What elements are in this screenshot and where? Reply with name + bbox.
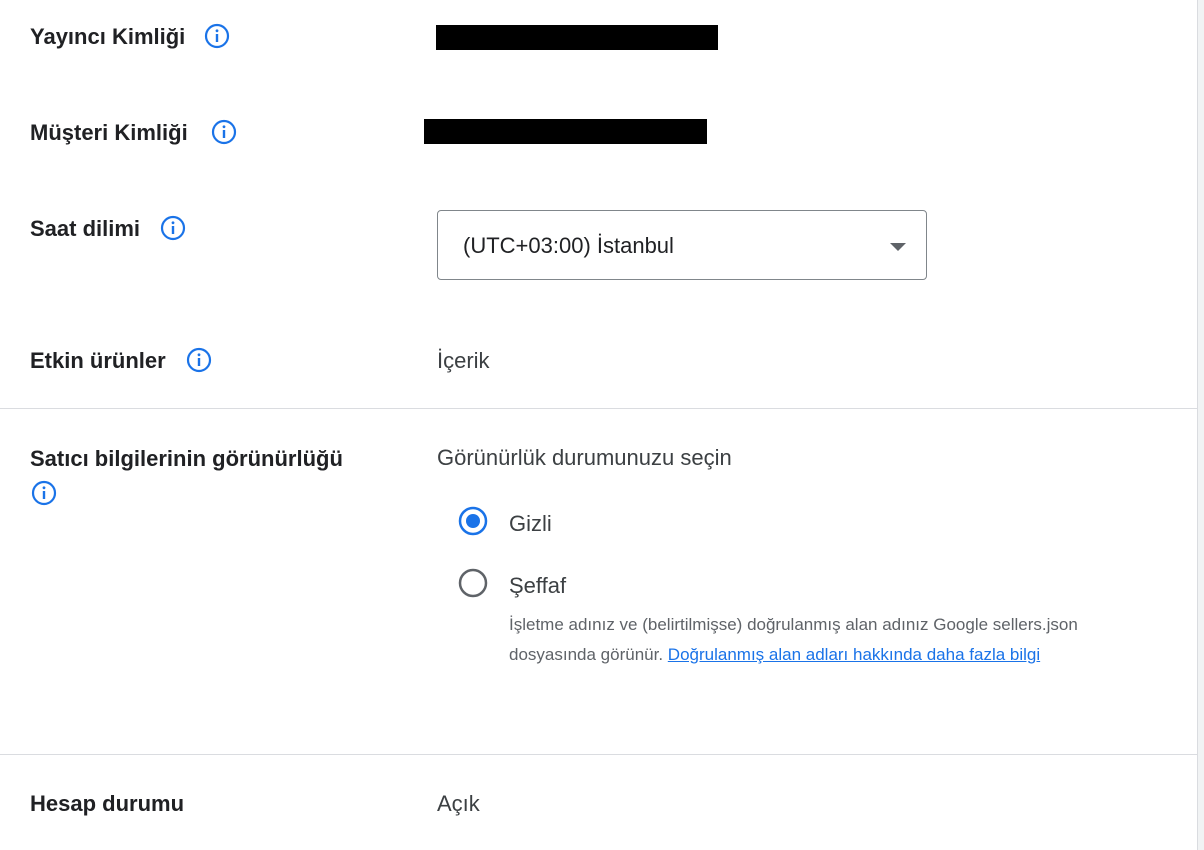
radio-label-gizli[interactable]: Gizli: [509, 511, 552, 537]
info-icon[interactable]: [160, 215, 186, 241]
radio-label-seffaf[interactable]: Şeffaf: [509, 573, 566, 599]
visibility-prompt: Görünürlük durumunuzu seçin: [437, 445, 732, 470]
seller-visibility-label: Satıcı bilgilerinin görünürlüğü: [30, 446, 343, 471]
publisher-id-label: Yayıncı Kimliği: [30, 24, 186, 49]
radio-gizli[interactable]: [458, 506, 488, 536]
dropdown-arrow-icon: [890, 243, 906, 251]
customer-id-label: Müşteri Kimliği: [30, 120, 188, 145]
section-divider: [0, 754, 1197, 755]
account-status-label: Hesap durumu: [30, 791, 185, 816]
section-divider: [0, 408, 1197, 409]
customer-id-value-redacted: [424, 119, 707, 144]
verified-domains-learn-more-link[interactable]: Doğrulanmış alan adları hakkında daha fa…: [668, 645, 1040, 664]
radio-seffaf[interactable]: [458, 568, 488, 598]
publisher-id-value-redacted: [436, 25, 718, 50]
time-zone-label: Saat dilimi: [30, 216, 141, 241]
info-icon[interactable]: [204, 23, 230, 49]
info-icon[interactable]: [186, 347, 212, 373]
account-settings-card: Yayıncı Kimliği Müşteri Kimliği Saat dil…: [0, 0, 1198, 850]
active-products-value: İçerik: [437, 348, 490, 373]
active-products-label: Etkin ürünler: [30, 348, 166, 373]
time-zone-selected-value: (UTC+03:00) İstanbul: [463, 233, 674, 258]
time-zone-select[interactable]: (UTC+03:00) İstanbul: [437, 210, 927, 280]
info-icon[interactable]: [31, 480, 57, 506]
seffaf-description: İşletme adınız ve (belirtilmişse) doğrul…: [509, 610, 1089, 670]
account-status-value: Açık: [437, 791, 480, 816]
info-icon[interactable]: [211, 119, 237, 145]
